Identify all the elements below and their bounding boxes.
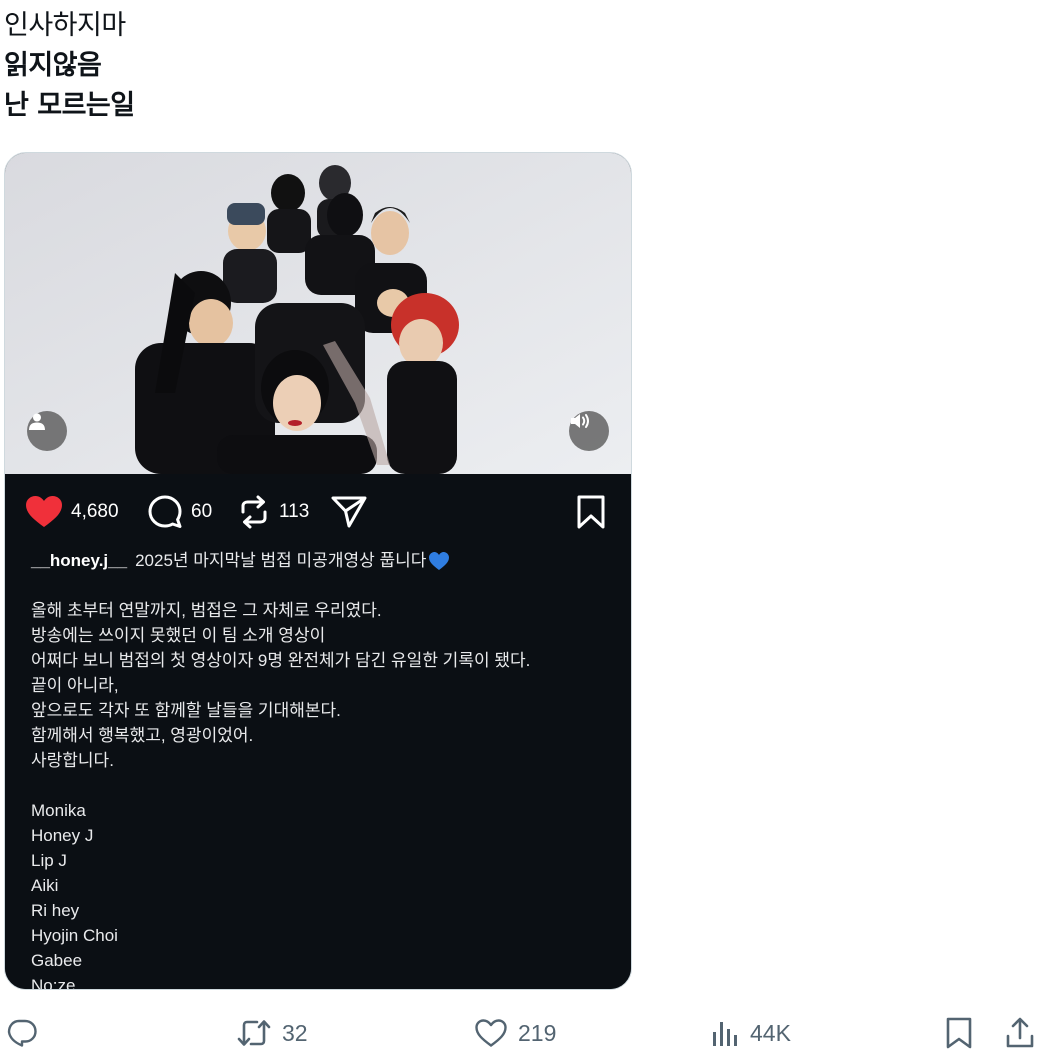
caption-line: Hyojin Choi [31,926,118,945]
embedded-instagram-card[interactable]: 4,680 60 113 __honey.j__ 2025년 마지막날 범접 미… [4,152,632,990]
share-action[interactable] [331,492,367,532]
like-count: 4,680 [71,501,119,522]
tweet-action-bar: 32 219 44K [0,1008,1064,1058]
blue-heart-icon [429,551,450,570]
tweet-text: 인사하지마 읽지않음 난 모르는일 [4,6,1044,126]
tweet-line: 읽지않음 [4,50,102,81]
tweet-line: 인사하지마 [4,10,126,41]
post-title: 2025년 마지막날 범접 미공개영상 풉니다 [135,551,427,570]
post-caption: __honey.j__ 2025년 마지막날 범접 미공개영상 풉니다 올해 초… [31,548,621,990]
video-frame [5,153,631,474]
view-count: 44K [750,1019,791,1046]
share-button[interactable] [1004,1008,1036,1058]
comment-action[interactable]: 60 [147,492,212,532]
caption-line: Ri hey [31,901,80,920]
post-username[interactable]: __honey.j__ [31,548,127,573]
caption-line: Monika [31,801,86,820]
caption-line: No:ze [31,976,76,990]
send-icon [331,496,367,528]
caption-line: 앞으로도 각자 또 함께할 날들을 기대해본다. [31,701,341,720]
caption-line: Honey J [31,826,94,845]
speaker-icon [571,414,589,428]
save-action[interactable] [575,492,607,532]
caption-line: 끝이 아니라, [31,676,119,695]
repost-action[interactable]: 113 [237,492,309,532]
sound-button[interactable] [569,411,609,451]
heart-outline-icon [475,1019,507,1047]
video-player[interactable] [5,153,631,474]
like-button[interactable]: 219 [474,1008,556,1058]
tweet-line: 난 모르는일 [4,90,135,121]
bookmark-button[interactable] [944,1008,974,1058]
caption-line: 방송에는 쓰이지 못했던 이 팀 소개 영상이 [31,626,326,645]
instagram-post: 4,680 60 113 __honey.j__ 2025년 마지막날 범접 미… [5,474,631,990]
retweet-icon [237,1020,271,1046]
caption-line: 사랑합니다. [31,751,114,770]
repost-count: 113 [279,501,310,522]
share-upload-icon [1006,1017,1034,1048]
reply-icon [7,1019,37,1047]
caption-line: 함께해서 행복했고, 영광이었어. [31,726,254,745]
analytics-icon [713,1022,737,1046]
caption-line: Gabee [31,951,83,970]
caption-line [31,773,621,798]
retweet-count: 32 [282,1019,308,1046]
bookmark-icon [577,495,605,529]
caption-body: 올해 초부터 연말까지, 범접은 그 자체로 우리였다. 방송에는 쓰이지 못했… [31,598,621,990]
views-button[interactable]: 44K [710,1008,791,1058]
person-icon [29,413,45,430]
like-count: 219 [518,1019,557,1046]
repost-icon [241,495,267,529]
bookmark-icon [946,1017,972,1049]
reply-button[interactable] [6,1008,38,1058]
caption-line: Lip J [31,851,67,870]
heart-icon [26,496,62,527]
caption-line: 올해 초부터 연말까지, 범접은 그 자체로 우리였다. [31,601,382,620]
caption-header: __honey.j__ 2025년 마지막날 범접 미공개영상 풉니다 [31,548,621,573]
retweet-button[interactable]: 32 [236,1008,308,1058]
post-action-bar: 4,680 60 113 [25,492,615,532]
profile-button[interactable] [27,411,67,451]
caption-line: Aiki [31,876,59,895]
comment-count: 60 [191,501,213,522]
like-action[interactable]: 4,680 [25,492,119,532]
caption-line: 어쩌다 보니 범접의 첫 영상이자 9명 완전체가 담긴 유일한 기록이 됐다. [31,651,531,670]
comment-bubble-icon [148,495,182,528]
